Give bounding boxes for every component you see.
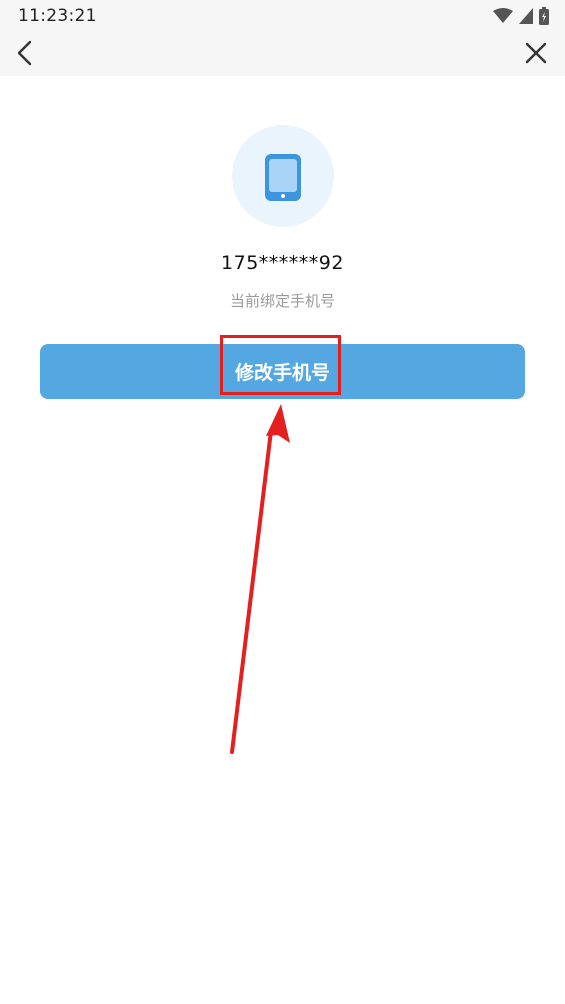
top-bar: 11:23:21	[0, 0, 565, 76]
phone-icon	[265, 154, 301, 201]
screen: 11:23:21 175******92 当前绑定手机号 修改手机号	[0, 0, 565, 1004]
battery-icon	[539, 7, 549, 25]
back-icon[interactable]	[10, 36, 40, 70]
bound-phone-label: 当前绑定手机号	[229, 292, 335, 310]
phone-icon-circle	[232, 125, 334, 227]
signal-icon	[519, 8, 533, 24]
status-time: 11:23:21	[18, 6, 97, 26]
phone-number: 175******92	[221, 252, 344, 274]
change-phone-button-label: 修改手机号	[234, 363, 330, 384]
close-icon[interactable]	[521, 38, 551, 68]
wifi-icon	[493, 8, 513, 23]
change-phone-button[interactable]: 修改手机号	[40, 344, 525, 399]
status-icons	[493, 6, 549, 26]
